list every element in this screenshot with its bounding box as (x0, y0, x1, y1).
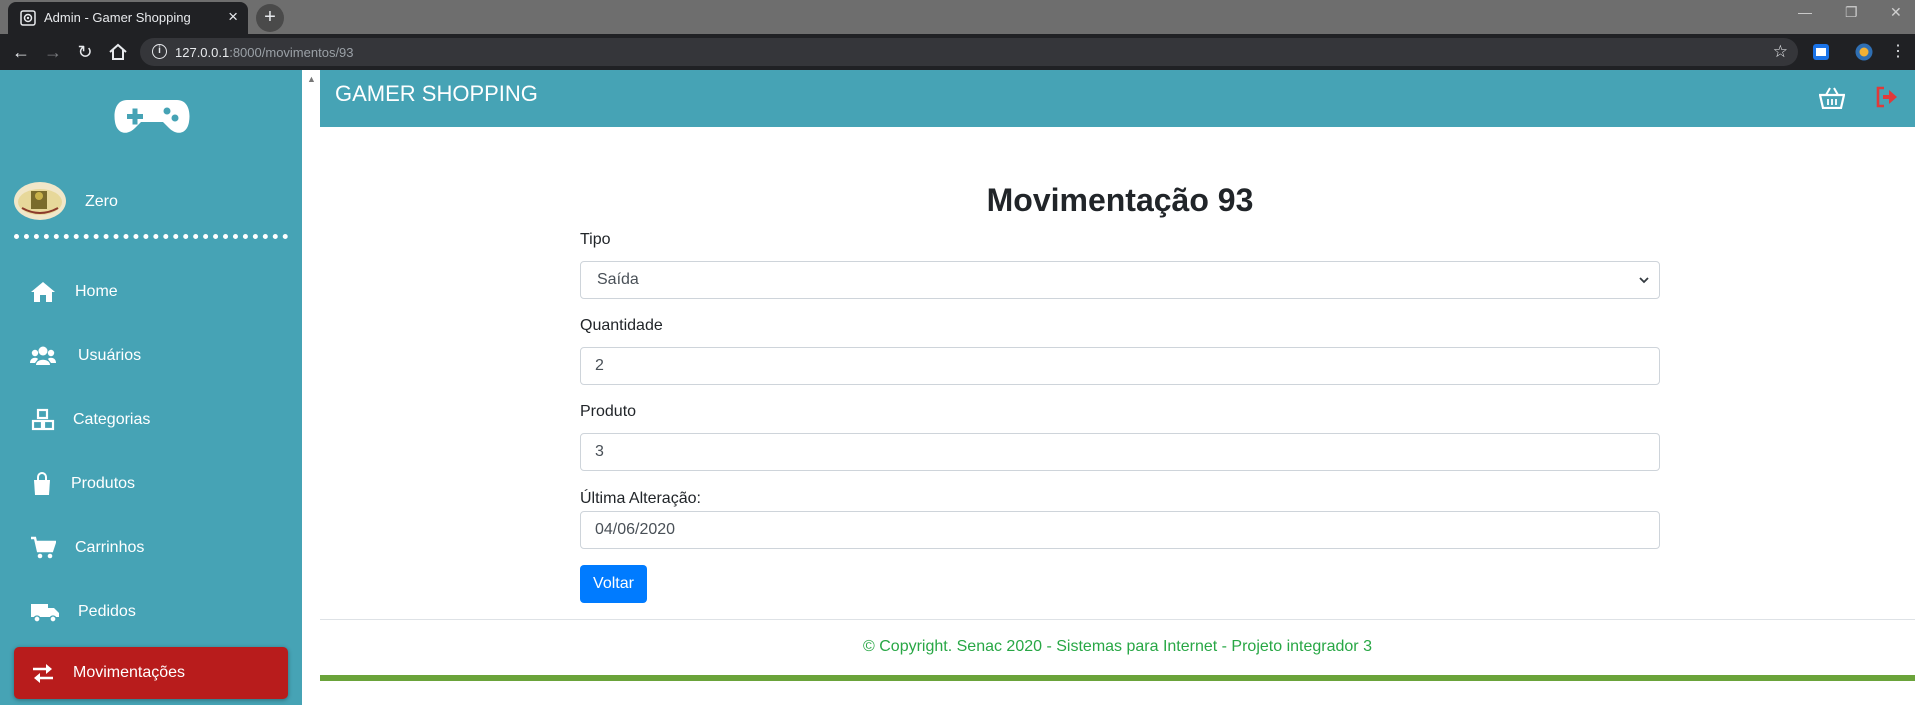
tipo-selected-value: Saída (597, 271, 639, 288)
tab-close-icon[interactable]: × (228, 7, 238, 27)
sidebar-item-label: Pedidos (78, 603, 136, 620)
tipo-label: Tipo (580, 231, 611, 248)
kebab-menu-icon[interactable]: ⋮ (1886, 40, 1910, 64)
users-icon (30, 346, 56, 365)
avatar (14, 182, 66, 220)
basket-icon[interactable] (1819, 87, 1845, 109)
info-icon[interactable]: i (152, 44, 167, 59)
main-header: GAMER SHOPPING (320, 70, 1915, 127)
chevron-down-icon (1639, 277, 1649, 284)
quantidade-input[interactable]: 2 (580, 347, 1660, 385)
produto-label: Produto (580, 403, 637, 420)
home-icon[interactable] (106, 40, 130, 64)
brand-title[interactable]: GAMER SHOPPING (335, 81, 538, 107)
sidebar-item-label: Produtos (71, 475, 136, 492)
reload-icon[interactable]: ↻ (73, 40, 97, 64)
sidebar-item-label: Usuários (78, 347, 142, 364)
back-arrow-icon[interactable]: ← (9, 40, 33, 64)
produto-input[interactable]: 3 (580, 433, 1660, 471)
user-name: Zero (85, 193, 118, 210)
extension-icon[interactable] (1812, 43, 1830, 61)
footer-bar (320, 675, 1915, 681)
sidebar-item-label: Carrinhos (75, 539, 145, 556)
minimize-icon[interactable]: — (1798, 4, 1812, 20)
sidebar: Zero Home Usuários Categorias Produtos C… (0, 70, 302, 705)
sidebar-item-movimentacoes[interactable]: Movimentações (14, 647, 288, 699)
sidebar-item-pedidos[interactable]: Pedidos (14, 586, 288, 638)
ultima-alteracao-input[interactable]: 04/06/2020 (580, 511, 1660, 549)
browser-toolbar: ← → ↻ i 127.0.0.1:8000/movimentos/93 ☆ ⋮ (0, 34, 1915, 70)
sidebar-item-categorias[interactable]: Categorias (14, 394, 288, 446)
voltar-button[interactable]: Voltar (580, 565, 647, 603)
footer-copyright: © Copyright. Senac 2020 - Sistemas para … (863, 638, 1372, 655)
footer-divider (320, 619, 1915, 620)
scroll-up-arrow-icon[interactable]: ▲ (307, 74, 316, 84)
forward-arrow-icon[interactable]: → (41, 40, 65, 64)
logout-icon[interactable] (1875, 86, 1899, 108)
tipo-select[interactable]: Saída (580, 261, 1660, 299)
scrollbar-track[interactable] (302, 70, 320, 705)
ultima-alteracao-label: Última Alteração: (580, 490, 701, 507)
profile-icon[interactable] (1855, 43, 1873, 61)
page-title: Movimentação 93 (986, 182, 1254, 218)
home-icon (31, 282, 55, 302)
restore-icon[interactable]: ❐ (1845, 4, 1858, 21)
sidebar-item-label: Home (75, 283, 118, 300)
quantidade-label: Quantidade (580, 317, 663, 334)
sidebar-item-label: Categorias (73, 411, 151, 428)
new-tab-button[interactable]: + (256, 4, 284, 32)
shopping-bag-icon (34, 472, 50, 495)
browser-tab[interactable]: Admin - Gamer Shopping × (8, 2, 248, 34)
sidebar-divider (14, 234, 288, 239)
truck-icon (31, 604, 59, 623)
cart-icon (31, 536, 56, 559)
sidebar-item-label: Movimentações (73, 664, 186, 681)
url-text[interactable]: 127.0.0.1:8000/movimentos/93 (175, 45, 354, 60)
browser-tabstrip: Admin - Gamer Shopping × + — ❐ ✕ (0, 0, 1915, 34)
sidebar-item-produtos[interactable]: Produtos (14, 458, 288, 510)
address-bar[interactable]: i 127.0.0.1:8000/movimentos/93 ☆ (140, 38, 1798, 66)
tab-favicon-icon (20, 10, 36, 26)
sidebar-item-carrinhos[interactable]: Carrinhos (14, 522, 288, 574)
sidebar-item-usuarios[interactable]: Usuários (14, 330, 288, 382)
exchange-icon (33, 664, 53, 683)
star-icon[interactable]: ☆ (1773, 42, 1788, 62)
window-close-icon[interactable]: ✕ (1890, 4, 1902, 21)
gamepad-logo-icon (114, 100, 190, 133)
tab-title: Admin - Gamer Shopping (44, 10, 191, 25)
cubes-icon (31, 408, 55, 431)
sidebar-item-home[interactable]: Home (14, 266, 288, 318)
